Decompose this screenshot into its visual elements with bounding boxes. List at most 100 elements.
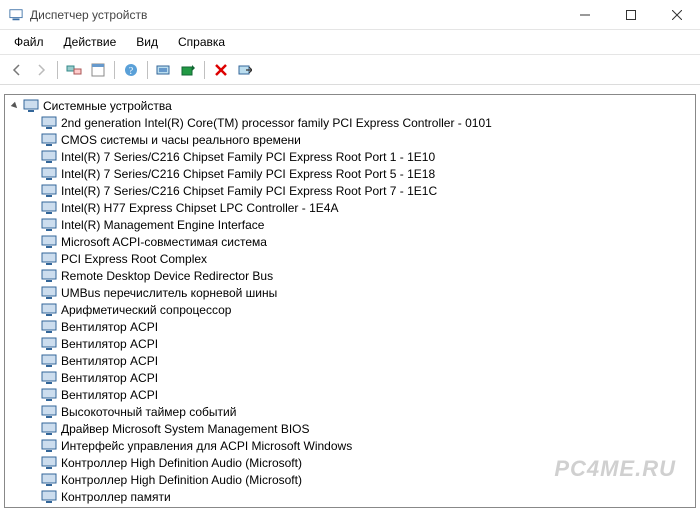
device-label: Контроллер памяти xyxy=(61,490,171,504)
scan-hardware-button[interactable] xyxy=(153,59,175,81)
device-item[interactable]: Intel(R) H77 Express Chipset LPC Control… xyxy=(41,199,695,216)
svg-text:?: ? xyxy=(129,66,134,77)
menu-view[interactable]: Вид xyxy=(128,32,166,52)
device-label: Вентилятор ACPI xyxy=(61,320,158,334)
device-item[interactable]: Контроллер прямого доступа к памяти xyxy=(41,505,695,508)
device-icon xyxy=(41,217,57,233)
device-label: Арифметический сопроцессор xyxy=(61,303,231,317)
device-label: Intel(R) 7 Series/C216 Chipset Family PC… xyxy=(61,150,435,164)
device-icon xyxy=(41,302,57,318)
device-label: 2nd generation Intel(R) Core(TM) process… xyxy=(61,116,492,130)
device-label: Intel(R) H77 Express Chipset LPC Control… xyxy=(61,201,338,215)
device-icon xyxy=(41,489,57,505)
device-item[interactable]: Интерфейс управления для ACPI Microsoft … xyxy=(41,437,695,454)
device-icon xyxy=(41,472,57,488)
device-label: Intel(R) Management Engine Interface xyxy=(61,218,264,232)
device-icon xyxy=(41,115,57,131)
tree-root-node[interactable]: Системные устройства xyxy=(9,97,695,114)
device-label: Контроллер High Definition Audio (Micros… xyxy=(61,456,302,470)
device-item[interactable]: Вентилятор ACPI xyxy=(41,352,695,369)
device-item[interactable]: Контроллер High Definition Audio (Micros… xyxy=(41,454,695,471)
device-label: Высокоточный таймер событий xyxy=(61,405,236,419)
device-item[interactable]: Remote Desktop Device Redirector Bus xyxy=(41,267,695,284)
device-item[interactable]: Вентилятор ACPI xyxy=(41,335,695,352)
device-icon xyxy=(41,319,57,335)
help-button[interactable]: ? xyxy=(120,59,142,81)
menu-action[interactable]: Действие xyxy=(56,32,125,52)
disable-button[interactable] xyxy=(234,59,256,81)
device-label: Драйвер Microsoft System Management BIOS xyxy=(61,422,310,436)
device-icon xyxy=(41,132,57,148)
device-children: 2nd generation Intel(R) Core(TM) process… xyxy=(9,114,695,508)
minimize-button[interactable] xyxy=(562,0,608,30)
device-label: PCI Express Root Complex xyxy=(61,252,207,266)
window-controls xyxy=(562,0,700,30)
device-icon xyxy=(41,353,57,369)
device-icon xyxy=(41,200,57,216)
device-icon xyxy=(41,404,57,420)
toolbar-separator xyxy=(114,61,115,79)
nav-forward-button[interactable] xyxy=(30,59,52,81)
device-label: Intel(R) 7 Series/C216 Chipset Family PC… xyxy=(61,184,437,198)
device-item[interactable]: Драйвер Microsoft System Management BIOS xyxy=(41,420,695,437)
device-item[interactable]: Контроллер памяти xyxy=(41,488,695,505)
device-icon xyxy=(41,251,57,267)
device-item[interactable]: Контроллер High Definition Audio (Micros… xyxy=(41,471,695,488)
device-item[interactable]: Вентилятор ACPI xyxy=(41,369,695,386)
device-icon xyxy=(41,506,57,509)
properties-button[interactable] xyxy=(87,59,109,81)
device-label: Remote Desktop Device Redirector Bus xyxy=(61,269,273,283)
device-item[interactable]: 2nd generation Intel(R) Core(TM) process… xyxy=(41,114,695,131)
show-hidden-button[interactable] xyxy=(63,59,85,81)
maximize-button[interactable] xyxy=(608,0,654,30)
device-tree[interactable]: Системные устройства 2nd generation Inte… xyxy=(4,94,696,508)
menubar: Файл Действие Вид Справка xyxy=(0,30,700,55)
device-item[interactable]: Арифметический сопроцессор xyxy=(41,301,695,318)
toolbar: ? xyxy=(0,55,700,85)
device-label: Контроллер High Definition Audio (Micros… xyxy=(61,473,302,487)
device-icon xyxy=(41,336,57,352)
add-legacy-button[interactable] xyxy=(177,59,199,81)
device-label: CMOS системы и часы реального времени xyxy=(61,133,301,147)
toolbar-separator xyxy=(147,61,148,79)
device-item[interactable]: PCI Express Root Complex xyxy=(41,250,695,267)
close-button[interactable] xyxy=(654,0,700,30)
device-label: Вентилятор ACPI xyxy=(61,337,158,351)
device-label: Вентилятор ACPI xyxy=(61,354,158,368)
device-label: Вентилятор ACPI xyxy=(61,371,158,385)
device-item[interactable]: Intel(R) 7 Series/C216 Chipset Family PC… xyxy=(41,165,695,182)
menu-file[interactable]: Файл xyxy=(6,32,52,52)
device-item[interactable]: Intel(R) 7 Series/C216 Chipset Family PC… xyxy=(41,148,695,165)
toolbar-separator xyxy=(57,61,58,79)
window-title: Диспетчер устройств xyxy=(30,8,562,22)
device-item[interactable]: Intel(R) Management Engine Interface xyxy=(41,216,695,233)
titlebar: Диспетчер устройств xyxy=(0,0,700,30)
device-icon xyxy=(41,438,57,454)
device-label: Вентилятор ACPI xyxy=(61,388,158,402)
device-item[interactable]: Высокоточный таймер событий xyxy=(41,403,695,420)
device-item[interactable]: UMBus перечислитель корневой шины xyxy=(41,284,695,301)
device-label: Интерфейс управления для ACPI Microsoft … xyxy=(61,439,352,453)
nav-back-button[interactable] xyxy=(6,59,28,81)
device-label: Microsoft ACPI-совместимая система xyxy=(61,235,267,249)
device-icon xyxy=(41,370,57,386)
device-icon xyxy=(41,387,57,403)
uninstall-button[interactable] xyxy=(210,59,232,81)
device-icon xyxy=(41,268,57,284)
tree-root-label: Системные устройства xyxy=(43,99,172,113)
device-item[interactable]: Вентилятор ACPI xyxy=(41,386,695,403)
device-icon xyxy=(41,421,57,437)
device-item[interactable]: Вентилятор ACPI xyxy=(41,318,695,335)
device-item[interactable]: Intel(R) 7 Series/C216 Chipset Family PC… xyxy=(41,182,695,199)
device-icon xyxy=(41,149,57,165)
device-icon xyxy=(41,166,57,182)
app-icon xyxy=(8,7,24,23)
device-item[interactable]: CMOS системы и часы реального времени xyxy=(41,131,695,148)
toolbar-separator xyxy=(204,61,205,79)
device-label: Intel(R) 7 Series/C216 Chipset Family PC… xyxy=(61,167,435,181)
device-item[interactable]: Microsoft ACPI-совместимая система xyxy=(41,233,695,250)
device-icon xyxy=(41,183,57,199)
menu-help[interactable]: Справка xyxy=(170,32,233,52)
collapse-icon[interactable] xyxy=(9,100,21,112)
device-icon xyxy=(41,455,57,471)
